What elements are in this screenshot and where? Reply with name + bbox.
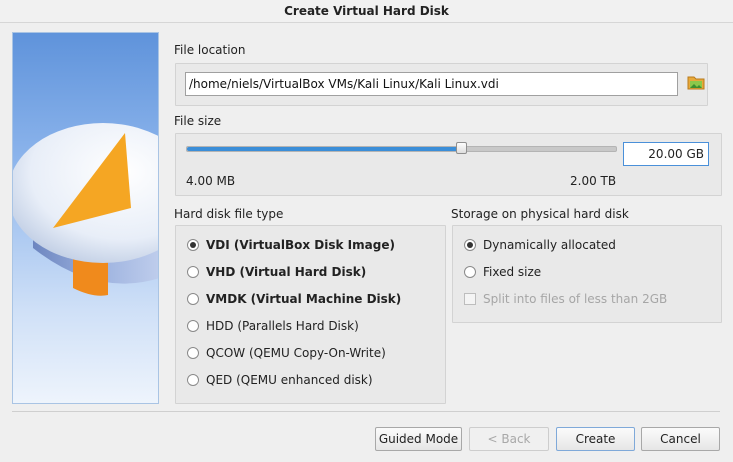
slider-min-label: 4.00 MB	[186, 174, 236, 188]
radio-vhd[interactable]: VHD (Virtual Hard Disk)	[187, 265, 366, 279]
radio-button[interactable]	[187, 347, 199, 359]
guided-mode-button[interactable]: Guided Mode	[375, 427, 462, 451]
radio-button[interactable]	[187, 266, 199, 278]
radio-vdi[interactable]: VDI (VirtualBox Disk Image)	[187, 238, 395, 252]
radio-label: QED (QEMU enhanced disk)	[206, 373, 373, 387]
radio-button[interactable]	[187, 293, 199, 305]
radio-label: Fixed size	[483, 265, 542, 279]
slider-fill	[187, 147, 462, 151]
radio-label: HDD (Parallels Hard Disk)	[206, 319, 359, 333]
radio-fixed[interactable]: Fixed size	[464, 265, 541, 279]
wizard-disk-image	[12, 32, 159, 404]
radio-button[interactable]	[187, 320, 199, 332]
storage-label: Storage on physical hard disk	[451, 207, 629, 221]
radio-label: Dynamically allocated	[483, 238, 616, 252]
folder-icon	[687, 76, 705, 90]
split-checkbox[interactable]	[464, 293, 476, 305]
radio-label: VHD (Virtual Hard Disk)	[206, 265, 367, 279]
radio-vmdk[interactable]: VMDK (Virtual Machine Disk)	[187, 292, 401, 306]
back-button[interactable]: < Back	[469, 427, 549, 451]
disk-type-label: Hard disk file type	[174, 207, 284, 221]
radio-label: VDI (VirtualBox Disk Image)	[206, 238, 395, 252]
cancel-button[interactable]: Cancel	[641, 427, 720, 451]
radio-button[interactable]	[187, 374, 199, 386]
split-label: Split into files of less than 2GB	[483, 292, 668, 306]
radio-dynamic[interactable]: Dynamically allocated	[464, 238, 616, 252]
slider-handle[interactable]	[455, 142, 467, 154]
radio-label: VMDK (Virtual Machine Disk)	[206, 292, 402, 306]
title-bar: Create Virtual Hard Disk	[0, 0, 733, 23]
radio-qcow[interactable]: QCOW (QEMU Copy-On-Write)	[187, 346, 386, 360]
radio-button[interactable]	[464, 266, 476, 278]
slider-max-label: 2.00 TB	[570, 174, 617, 188]
file-size-label: File size	[174, 114, 222, 128]
file-location-input[interactable]: /home/niels/VirtualBox VMs/Kali Linux/Ka…	[185, 72, 678, 96]
radio-qed[interactable]: QED (QEMU enhanced disk)	[187, 373, 373, 387]
file-size-slider[interactable]	[186, 146, 617, 152]
radio-label: QCOW (QEMU Copy-On-Write)	[206, 346, 386, 360]
window-title: Create Virtual Hard Disk	[284, 4, 449, 18]
radio-button[interactable]	[464, 239, 476, 251]
radio-hdd[interactable]: HDD (Parallels Hard Disk)	[187, 319, 359, 333]
radio-button[interactable]	[187, 239, 199, 251]
button-separator	[12, 411, 720, 412]
browse-folder-button[interactable]	[686, 72, 708, 94]
file-size-input[interactable]: 20.00 GB	[623, 142, 709, 166]
split-checkbox-row[interactable]: Split into files of less than 2GB	[464, 292, 667, 306]
file-location-label: File location	[174, 43, 246, 57]
create-button[interactable]: Create	[556, 427, 635, 451]
